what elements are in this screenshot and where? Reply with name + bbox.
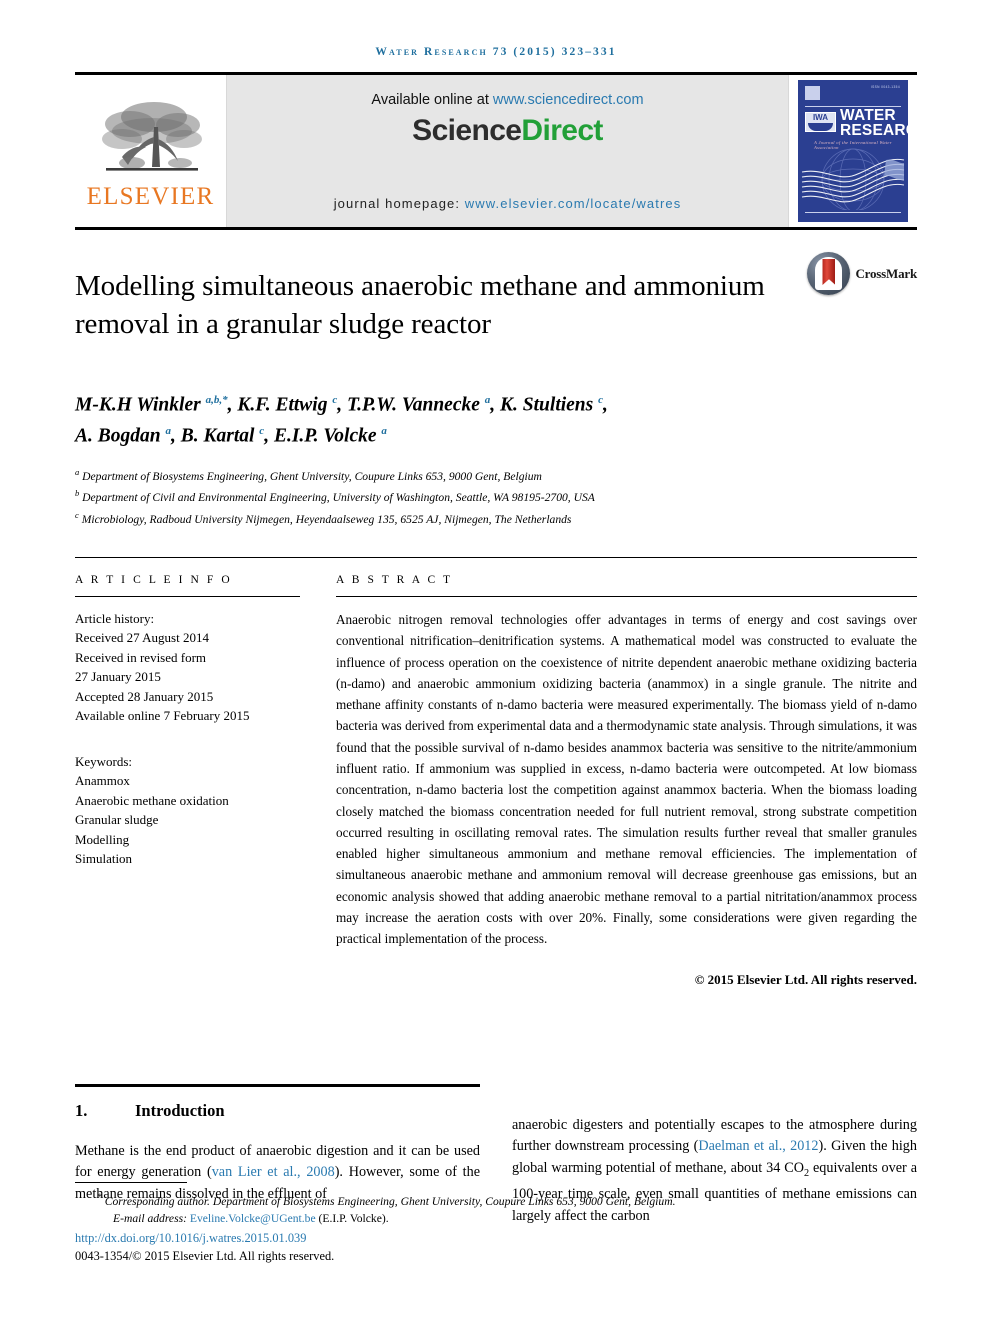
cover-title-line1: WATER: [840, 107, 896, 124]
abstract-text: Anaerobic nitrogen removal technologies …: [336, 611, 917, 947]
sciencedirect-banner: Available online at www.sciencedirect.co…: [227, 75, 788, 227]
sciencedirect-logo-science: Science: [412, 114, 522, 147]
crossmark-icon-inner: [815, 257, 843, 290]
keyword-item: Anaerobic methane oxidation: [75, 792, 229, 808]
article-history-item: 27 January 2015: [75, 669, 161, 685]
elsevier-wordmark: ELSEVIER: [86, 183, 215, 210]
issn-copyright-line: 0043-1354/© 2015 Elsevier Ltd. All right…: [75, 1249, 335, 1263]
elsevier-logo: ELSEVIER: [75, 75, 227, 227]
sciencedirect-url-link[interactable]: www.sciencedirect.com: [493, 92, 644, 108]
cover-globe-waves-graphic: [801, 148, 905, 210]
keywords-label: Keywords:: [75, 753, 133, 769]
author-mark: c: [598, 393, 604, 406]
author-mark: a: [381, 425, 387, 438]
article-history-item: Received 27 August 2014: [75, 630, 209, 646]
doi-link[interactable]: http://dx.doi.org/10.1016/j.watres.2015.…: [75, 1227, 917, 1247]
affiliation-item: b Department of Civil and Environmental …: [75, 485, 917, 506]
article-history-item: Accepted 28 January 2015: [75, 688, 214, 704]
citation-link[interactable]: Daelman et al., 2012: [698, 1138, 818, 1154]
email-note: E-mail address: Eveline.Volcke@UGent.be …: [75, 1210, 917, 1227]
journal-masthead: ELSEVIER Available online at www.science…: [75, 72, 917, 227]
affiliation-item: c Microbiology, Radboud University Nijme…: [75, 507, 917, 528]
keyword-item: Anammox: [75, 773, 130, 789]
crossmark-badge[interactable]: CrossMark: [807, 248, 917, 295]
article-info-abstract-box: A R T I C L E I N F O Article history: R…: [75, 556, 917, 988]
cover-journal-title: WATER RESEARCH: [840, 107, 908, 139]
corresponding-label: Corresponding author.: [104, 1195, 210, 1208]
article-first-page: Water Research 73 (2015) 323–331 ELSEVIE…: [0, 0, 992, 1323]
crossmark-ribbon-icon: [822, 259, 836, 285]
available-online-text: Available online at: [371, 92, 489, 108]
corresponding-address: Department of Biosystems Engineering, Gh…: [209, 1195, 676, 1208]
keyword-item: Granular sludge: [75, 812, 159, 828]
footnote-rule: [75, 1182, 187, 1184]
article-info-heading: A R T I C L E I N F O: [75, 573, 233, 586]
author-mark: a: [165, 425, 171, 438]
available-online-line: Available online at www.sciencedirect.co…: [371, 92, 643, 108]
author-line-2: A. Bogdan a, B. Kartal c, E.I.P. Volcke …: [75, 425, 387, 447]
email-link[interactable]: Eveline.Volcke@UGent.be: [190, 1212, 316, 1225]
article-history-item: Available online 7 February 2015: [75, 708, 250, 724]
cover-rule-bottom: [805, 212, 901, 213]
abstract-copyright: © 2015 Elsevier Ltd. All rights reserved…: [694, 971, 917, 987]
citation-link[interactable]: van Lier et al., 2008: [212, 1164, 335, 1180]
page-footer: * Corresponding author. Department of Bi…: [75, 1182, 917, 1265]
abstract-heading: A B S T R A C T: [336, 573, 453, 586]
iwa-logo-wave: [808, 123, 833, 131]
affiliation-text: Department of Biosystems Engineering, Gh…: [82, 469, 542, 483]
column-spacer: [512, 1084, 917, 1101]
affiliation-mark: c: [75, 509, 79, 520]
affiliation-mark: b: [75, 488, 80, 499]
email-label: E-mail address:: [113, 1212, 187, 1225]
affiliation-mark: a: [75, 466, 80, 477]
crossmark-label: CrossMark: [855, 265, 917, 281]
running-head: Water Research 73 (2015) 323–331: [375, 46, 617, 58]
journal-cover-cell: ISSN 0043-1354 IWA WATER RESEARCH A Jour…: [788, 75, 917, 227]
author-mark: c: [332, 393, 338, 406]
article-history-label: Article history:: [75, 610, 155, 626]
cover-publisher-mark-icon: [805, 86, 820, 100]
cover-title-line2: RESEARCH: [840, 122, 908, 139]
section-title: Introduction: [135, 1100, 225, 1120]
sciencedirect-logo-direct: Direct: [521, 114, 603, 147]
affiliation-list: a Department of Biosystems Engineering, …: [75, 464, 917, 528]
iwa-logo-icon: IWA: [805, 112, 836, 132]
corresponding-author-note: * Corresponding author. Department of Bi…: [75, 1189, 917, 1210]
crossmark-icon: [807, 252, 851, 295]
keywords-block: Keywords: Anammox Anaerobic methane oxid…: [75, 726, 300, 869]
email-owner: (E.I.P. Volcke).: [318, 1212, 389, 1225]
cover-issn: ISSN 0043-1354: [870, 85, 900, 89]
section-rule: [75, 1083, 480, 1087]
journal-homepage-line: journal homepage: www.elsevier.com/locat…: [334, 196, 682, 211]
article-history: Article history: Received 27 August 2014…: [75, 597, 300, 726]
author-mark: c: [259, 425, 265, 438]
sciencedirect-logo[interactable]: ScienceDirect: [412, 114, 603, 148]
iwa-logo-text: IWA: [812, 113, 829, 122]
affiliation-item: a Department of Biosystems Engineering, …: [75, 464, 917, 485]
section-number: 1.: [75, 1100, 88, 1120]
author-mark: a,b,*: [205, 393, 228, 406]
affiliation-text: Department of Civil and Environmental En…: [82, 491, 595, 505]
section-heading: 1. Introduction: [75, 1101, 480, 1121]
keyword-item: Modelling: [75, 831, 130, 847]
author-mark: a: [484, 393, 491, 406]
journal-homepage-label: journal homepage:: [333, 196, 461, 211]
journal-cover-image: ISSN 0043-1354 IWA WATER RESEARCH A Jour…: [798, 80, 908, 222]
abstract-column: A B S T R A C T Anaerobic nitrogen remov…: [336, 574, 917, 988]
keyword-item: Simulation: [75, 851, 133, 867]
page-title: Modelling simultaneous anaerobic methane…: [75, 270, 765, 341]
title-row: Modelling simultaneous anaerobic methane…: [75, 230, 917, 363]
elsevier-tree-icon: [101, 102, 202, 171]
article-info-column: A R T I C L E I N F O Article history: R…: [75, 574, 300, 988]
author-list: M-K.H Winkler a,b,*, K.F. Ettwig c, T.P.…: [75, 387, 917, 450]
journal-homepage-link[interactable]: www.elsevier.com/locate/watres: [465, 196, 682, 211]
affiliation-text: Microbiology, Radboud University Nijmege…: [81, 512, 572, 526]
corresponding-mark: *: [97, 1192, 102, 1204]
article-history-item: Received in revised form: [75, 649, 207, 665]
author-line-1: M-K.H Winkler a,b,*, K.F. Ettwig c, T.P.…: [75, 393, 608, 416]
